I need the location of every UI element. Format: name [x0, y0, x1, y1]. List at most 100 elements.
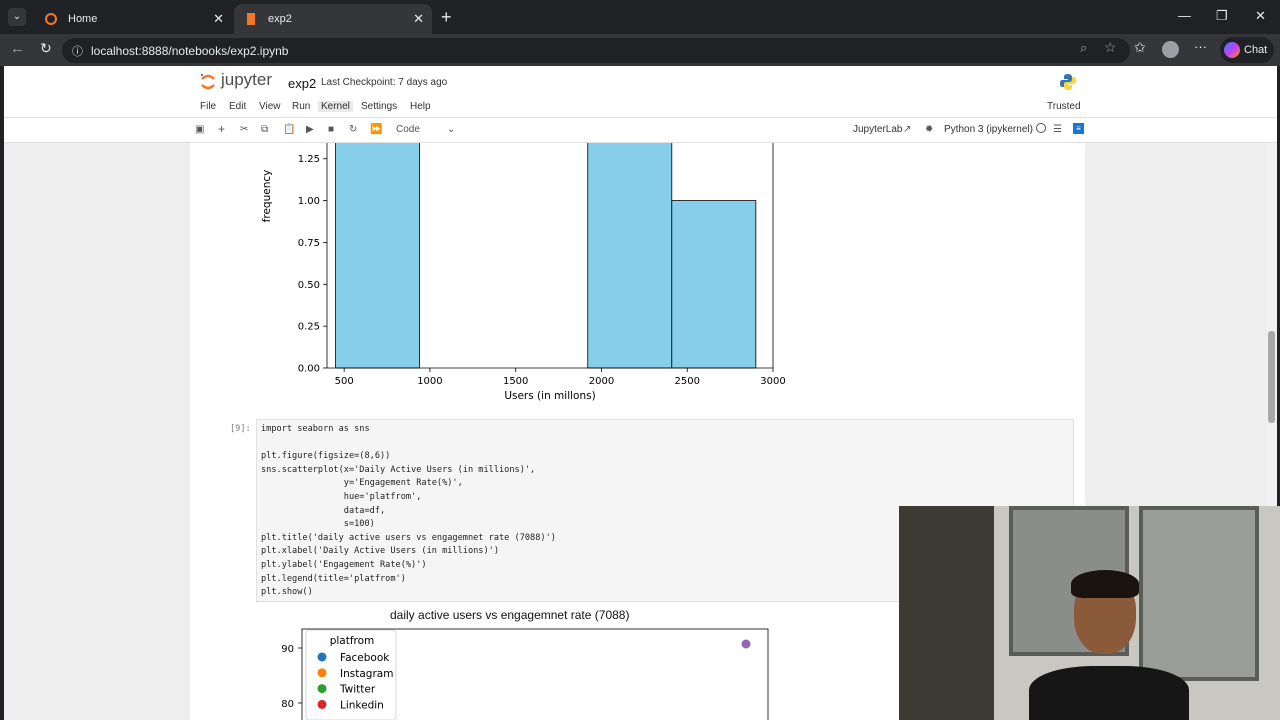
code-line: plt.xlabel('Daily Active Users (in milli…: [261, 546, 499, 557]
histogram-y-tick-label: 1.25: [298, 154, 320, 165]
histogram-y-tick-label: 0.25: [298, 322, 320, 333]
histogram-y-tick-label: 0.00: [298, 364, 320, 375]
scatter-y-tick-label: 90: [281, 644, 294, 655]
histogram-x-tick-label: 3000: [760, 376, 785, 387]
menu-settings[interactable]: Settings: [361, 101, 397, 112]
url-text: localhost:8888/notebooks/exp2.ipynb: [91, 43, 289, 58]
menu-file[interactable]: File: [200, 101, 216, 112]
save-icon[interactable]: ▣: [195, 124, 204, 135]
code-line: plt.ylabel('Engagement Rate(%)'): [261, 560, 427, 570]
chat-label: Chat: [1244, 44, 1268, 56]
webcam-window-right: [1139, 506, 1259, 681]
scatter-legend-marker: [317, 652, 327, 662]
histogram-output: 1.25 1.00 0.75 0.50 0.25 0.00 500 1000 1500 2000 2…: [261, 143, 786, 402]
scatter-point: [741, 639, 751, 649]
more-icon[interactable]: ···: [1194, 39, 1207, 54]
cell-type-select[interactable]: Code: [396, 124, 420, 135]
notebook-name[interactable]: exp2: [288, 76, 316, 91]
new-tab-icon[interactable]: +: [441, 7, 452, 28]
copilot-chat-button[interactable]: Chat: [1220, 37, 1274, 63]
histogram-x-tick-label: 2500: [675, 376, 700, 387]
stop-icon[interactable]: ■: [328, 124, 334, 135]
menu-run[interactable]: Run: [292, 101, 310, 112]
histogram-bar: [671, 200, 757, 369]
code-line: plt.figure(figsize=(8,6)): [261, 451, 391, 462]
scrollbar-thumb[interactable]: [1268, 331, 1275, 423]
kernel-status-icon: [1036, 123, 1046, 133]
histogram-y-tick-label: 0.75: [298, 238, 320, 249]
code-line: y='Engagement Rate(%)',: [261, 478, 463, 489]
python-logo-icon: [1060, 74, 1076, 90]
code-line: data=df,: [261, 505, 386, 516]
webcam-overlay: [899, 506, 1280, 720]
property-inspector-icon[interactable]: ≡: [1073, 123, 1084, 134]
copilot-icon: [1224, 42, 1240, 58]
reload-icon[interactable]: ↻: [40, 40, 52, 57]
jupyterlab-link[interactable]: JupyterLab: [853, 124, 902, 135]
histogram-bar: [587, 143, 673, 369]
webcam-person-hair: [1071, 570, 1139, 598]
histogram-x-tick-label: 1000: [417, 376, 442, 387]
profile-icon[interactable]: [1162, 41, 1179, 58]
site-info-icon[interactable]: ⓘ: [72, 43, 83, 59]
run-icon[interactable]: ▶: [306, 124, 314, 135]
tab-exp2[interactable]: exp2 ✕: [234, 4, 432, 34]
jupyter-logo-text: jupyter: [221, 70, 273, 89]
code-line: plt.legend(title='platfrom'): [261, 573, 406, 584]
chevron-down-icon[interactable]: ⌄: [447, 124, 455, 135]
back-icon[interactable]: ←: [10, 40, 25, 57]
histogram-y-label: frequency: [261, 170, 273, 223]
histogram-x-label: Users (in millons): [504, 390, 595, 402]
notebook-toolbar: ▣ + ✂ ⧉ 📋 ▶ ■ ↻ ⏩ Code ⌄ JupyterLab ↗ ✹ …: [4, 119, 1277, 143]
paste-icon[interactable]: 📋: [283, 124, 295, 135]
zoom-icon[interactable]: ⌕: [1080, 40, 1087, 56]
jupyter-logo-icon[interactable]: [199, 72, 217, 92]
histogram-y-tick-label: 1.00: [298, 196, 320, 207]
fast-forward-icon[interactable]: ⏩: [370, 124, 382, 135]
menu-view[interactable]: View: [259, 101, 281, 112]
restart-icon[interactable]: ↻: [349, 124, 357, 135]
histogram-x-tick-label: 500: [335, 376, 354, 387]
scatter-legend-label: Twitter: [339, 684, 376, 696]
code-line: sns.scatterplot(x='Daily Active Users (i…: [261, 464, 536, 475]
code-line: s=100): [261, 519, 375, 530]
minimize-icon[interactable]: —: [1178, 8, 1191, 23]
histogram-y-tick-label: 0.50: [298, 280, 320, 291]
code-line: plt.title('daily active users vs engagem…: [261, 532, 556, 543]
tab-exp2-label: exp2: [268, 13, 292, 25]
histogram-bar: [335, 143, 421, 369]
tab-home-label: Home: [68, 13, 98, 25]
browser-tab-bar: ⌄ Home ✕ exp2 ✕ + — ❐ ✕: [0, 0, 1280, 34]
code-line: hue='platfrom',: [261, 492, 422, 502]
menu-kernel[interactable]: Kernel: [318, 101, 353, 112]
debugger-icon[interactable]: ✹: [925, 124, 933, 135]
copy-icon[interactable]: ⧉: [261, 124, 268, 135]
webcam-door: [899, 506, 994, 720]
tab-search-icon[interactable]: ⌄: [8, 8, 26, 26]
kernel-name[interactable]: Python 3 (ipykernel): [944, 124, 1033, 135]
scatter-title: daily active users vs engagemnet rate (7…: [390, 608, 630, 622]
scatter-legend-title: platfrom: [330, 635, 375, 647]
tab-home[interactable]: Home ✕: [34, 4, 232, 34]
menu-bar: File Edit View Run Kernel Settings Help …: [4, 98, 1277, 118]
trusted-indicator[interactable]: Trusted: [1047, 101, 1081, 112]
url-input[interactable]: ⓘ localhost:8888/notebooks/exp2.ipynb: [62, 38, 1130, 63]
code-line: plt.show(): [261, 587, 313, 598]
insert-cell-icon[interactable]: +: [218, 122, 225, 136]
scatter-legend-marker: [317, 699, 327, 709]
histogram-x-tick-label: 2000: [589, 376, 614, 387]
scatter-output: 90 80 platfrom Facebook Instagram Twitter Link…: [281, 628, 769, 720]
favorites-icon[interactable]: ✩: [1134, 39, 1146, 56]
menu-edit[interactable]: Edit: [229, 101, 246, 112]
checkpoint-status: Last Checkpoint: 7 days ago: [321, 77, 448, 88]
bookmark-star-icon[interactable]: ☆: [1104, 39, 1117, 56]
close-icon[interactable]: ✕: [413, 11, 424, 27]
external-link-icon[interactable]: ↗: [903, 124, 911, 135]
toc-icon[interactable]: ☰: [1053, 124, 1062, 135]
cut-icon[interactable]: ✂: [240, 124, 248, 135]
restore-icon[interactable]: ❐: [1216, 8, 1228, 24]
close-icon[interactable]: ✕: [213, 11, 224, 27]
menu-help[interactable]: Help: [410, 101, 431, 112]
webcam-person-body: [1029, 666, 1189, 720]
window-close-icon[interactable]: ✕: [1255, 8, 1266, 24]
